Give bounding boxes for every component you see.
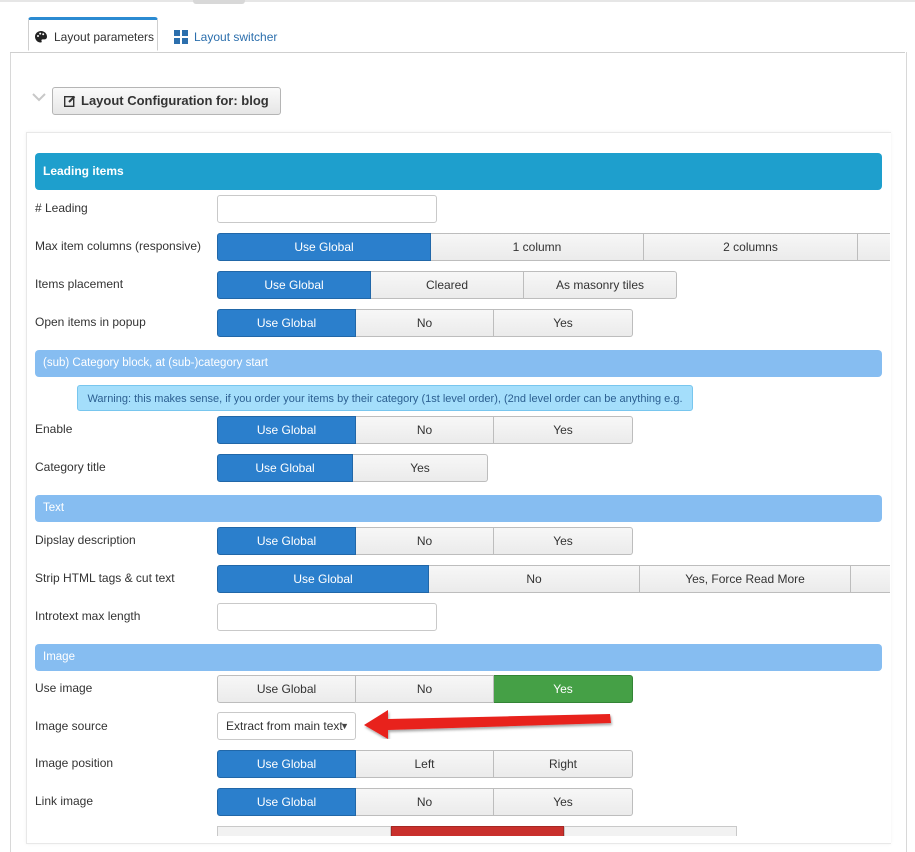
label-image-source: Image source (35, 719, 108, 733)
enable-group: Use Global No Yes (217, 416, 633, 444)
option-no[interactable]: No (356, 788, 494, 816)
section-header-category-block: (sub) Category block, at (sub-)category … (35, 350, 882, 377)
label-max-columns: Max item columns (responsive) (35, 239, 202, 253)
max-columns-group: Use Global 1 column 2 columns (217, 233, 890, 261)
image-position-group: Use Global Left Right (217, 750, 633, 778)
partial-option[interactable] (217, 826, 391, 836)
option-yes[interactable]: Yes (353, 454, 488, 482)
layout-configuration-button[interactable]: Layout Configuration for: blog (52, 87, 281, 115)
option-yes[interactable]: Yes (494, 675, 633, 703)
tab-label: Layout parameters (54, 30, 155, 44)
label-items-placement: Items placement (35, 277, 124, 291)
label-image-position: Image position (35, 756, 114, 770)
next-row-partial (217, 826, 737, 836)
introtext-length-input[interactable] (217, 603, 437, 631)
section-header-text: Text (35, 495, 882, 522)
label-link-image: Link image (35, 794, 94, 808)
label-enable: Enable (35, 422, 73, 436)
label-category-title: Category title (35, 460, 106, 474)
label-introtext-length: Introtext max length (35, 609, 141, 623)
option-more[interactable] (851, 565, 890, 593)
grid-icon (174, 30, 194, 44)
link-image-group: Use Global No Yes (217, 788, 633, 816)
section-header-leading: Leading items (35, 153, 882, 190)
top-scroll-handle[interactable] (193, 0, 245, 4)
option-use-global[interactable]: Use Global (217, 454, 353, 482)
option-right[interactable]: Right (494, 750, 633, 778)
leading-input[interactable] (217, 195, 437, 223)
use-image-group: Use Global No Yes (217, 675, 633, 703)
partial-option[interactable] (564, 826, 737, 836)
image-source-select[interactable]: Extract from main text ▼ (217, 712, 356, 740)
label-display-description: Dipslay description (35, 533, 136, 547)
display-description-group: Use Global No Yes (217, 527, 633, 555)
option-yes[interactable]: Yes (494, 416, 633, 444)
option-cleared[interactable]: Cleared (371, 271, 524, 299)
label-use-image: Use image (35, 681, 93, 695)
top-border (0, 0, 915, 2)
open-popup-group: Use Global No Yes (217, 309, 633, 337)
tab-layout-parameters[interactable]: Layout parameters (28, 17, 158, 51)
strip-html-group: Use Global No Yes, Force Read More (217, 565, 890, 593)
option-use-global[interactable]: Use Global (217, 788, 356, 816)
tab-label: Layout switcher (194, 30, 278, 44)
option-no[interactable]: No (356, 309, 494, 337)
label-leading: # Leading (35, 201, 88, 215)
option-1-column[interactable]: 1 column (431, 233, 644, 261)
option-yes[interactable]: Yes (494, 788, 633, 816)
option-use-global[interactable]: Use Global (217, 233, 431, 261)
option-use-global[interactable]: Use Global (217, 416, 356, 444)
option-no[interactable]: No (356, 527, 494, 555)
warning-message: Warning: this makes sense, if you order … (77, 385, 693, 431)
option-more[interactable] (858, 233, 890, 261)
palette-icon (34, 30, 54, 44)
option-no[interactable]: No (429, 565, 640, 593)
edit-icon (63, 93, 81, 108)
items-placement-group: Use Global Cleared As masonry tiles (217, 271, 677, 299)
option-no[interactable]: No (356, 416, 494, 444)
option-use-global[interactable]: Use Global (217, 309, 356, 337)
label-strip-html: Strip HTML tags & cut text (35, 571, 175, 585)
layout-button-label: Layout Configuration for: blog (81, 93, 269, 108)
option-use-global[interactable]: Use Global (217, 271, 371, 299)
label-open-popup: Open items in popup (35, 315, 146, 329)
option-2-columns[interactable]: 2 columns (644, 233, 858, 261)
caret-down-icon: ▼ (340, 721, 349, 731)
option-use-global[interactable]: Use Global (217, 565, 429, 593)
chevron-down-icon[interactable] (32, 92, 46, 106)
image-source-value: Extract from main text (226, 719, 343, 733)
option-use-global[interactable]: Use Global (217, 675, 356, 703)
option-yes[interactable]: Yes (494, 309, 633, 337)
option-yes[interactable]: Yes (494, 527, 633, 555)
category-title-group: Use Global Yes (217, 454, 488, 482)
option-left[interactable]: Left (356, 750, 494, 778)
partial-option-selected[interactable] (391, 826, 564, 836)
option-force-read-more[interactable]: Yes, Force Read More (640, 565, 851, 593)
red-arrow-annotation (358, 705, 618, 742)
section-header-image: Image (35, 644, 882, 671)
option-masonry[interactable]: As masonry tiles (524, 271, 677, 299)
option-use-global[interactable]: Use Global (217, 527, 356, 555)
tab-layout-switcher[interactable]: Layout switcher (168, 20, 288, 54)
option-no[interactable]: No (356, 675, 494, 703)
option-use-global[interactable]: Use Global (217, 750, 356, 778)
